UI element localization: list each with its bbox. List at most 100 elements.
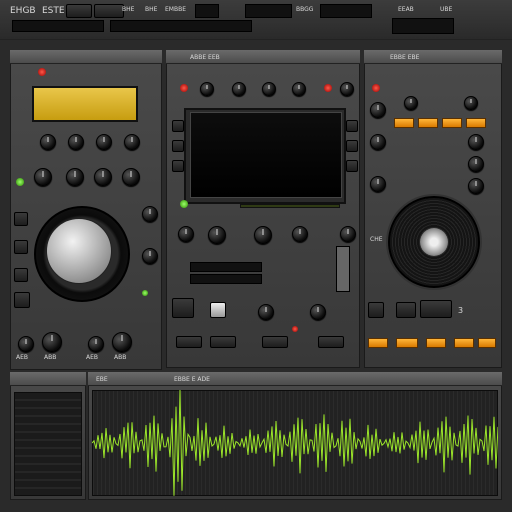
right-side-label: CHE	[370, 236, 383, 243]
toolbar-label-4: BHE	[145, 6, 158, 13]
center-top-knob-3[interactable]	[262, 82, 276, 96]
right-knob-1[interactable]	[370, 102, 386, 118]
toolbar-slot-5[interactable]	[12, 20, 104, 32]
toolbar-row: EHGB ESTE BHE BHE EMBBE BBGG EEAB UBE	[0, 0, 512, 40]
right-knob-8[interactable]	[468, 178, 484, 194]
center-bottom-button-4[interactable]	[210, 336, 236, 348]
left-knob-6[interactable]	[66, 168, 84, 186]
center-bottom-button-6[interactable]	[318, 336, 344, 348]
left-label-2: ABB	[44, 354, 57, 361]
center-screen	[190, 112, 342, 198]
left-green-led-2	[142, 290, 148, 296]
toolbar-slot-2[interactable]	[245, 4, 292, 18]
waveform-title: EBBE E ADE	[174, 376, 210, 383]
screen-right-button-1[interactable]	[346, 120, 358, 132]
right-knob-2[interactable]	[404, 96, 418, 110]
right-amber-pad-8[interactable]	[454, 338, 474, 348]
screen-left-button-3[interactable]	[172, 160, 184, 172]
right-knob-6[interactable]	[468, 156, 484, 172]
center-knob-4[interactable]	[292, 226, 308, 242]
toolbar-button-2[interactable]	[94, 4, 124, 18]
right-lower-button-3[interactable]	[420, 300, 452, 318]
left-knob-8[interactable]	[122, 168, 140, 186]
right-amber-pad-3[interactable]	[442, 118, 462, 128]
right-knob-7[interactable]	[370, 176, 386, 192]
toolbar-slot-6[interactable]	[110, 20, 252, 32]
left-knob-4[interactable]	[124, 134, 140, 150]
waveform-trace	[92, 390, 498, 496]
right-amber-pad-4[interactable]	[466, 118, 486, 128]
right-header-text: EBBE EBE	[390, 54, 420, 61]
right-knob-4[interactable]	[370, 134, 386, 150]
right-amber-pad-1[interactable]	[394, 118, 414, 128]
right-amber-pad-2[interactable]	[418, 118, 438, 128]
toolbar-label-2: ESTE	[42, 6, 65, 16]
right-amber-pad-6[interactable]	[396, 338, 418, 348]
toolbar-label-1: EHGB	[10, 6, 36, 16]
right-amber-pad-5[interactable]	[368, 338, 388, 348]
left-side-button-3[interactable]	[14, 268, 28, 282]
center-top-knob-1[interactable]	[200, 82, 214, 96]
center-mixer-module	[166, 50, 360, 368]
left-side-button-1[interactable]	[14, 212, 28, 226]
right-lower-button-2[interactable]	[396, 302, 416, 318]
center-top-knob-5[interactable]	[340, 82, 354, 96]
toolbar-label-5: EMBBE	[165, 6, 186, 13]
right-amber-pad-9[interactable]	[478, 338, 496, 348]
right-amber-pad-7[interactable]	[426, 338, 446, 348]
center-green-led	[180, 200, 188, 208]
center-knob-2[interactable]	[208, 226, 226, 244]
left-bottom-knob-4[interactable]	[112, 332, 132, 352]
left-bottom-knob-3[interactable]	[88, 336, 104, 352]
toolbar-slot-3[interactable]	[320, 4, 372, 18]
screen-right-button-2[interactable]	[346, 140, 358, 152]
center-bottom-button-2[interactable]	[210, 302, 226, 318]
left-bottom-knob-2[interactable]	[42, 332, 62, 352]
screen-left-button-1[interactable]	[172, 120, 184, 132]
left-knob-9[interactable]	[142, 206, 158, 222]
center-top-knob-4[interactable]	[292, 82, 306, 96]
left-knob-10[interactable]	[142, 248, 158, 264]
left-yellow-display	[32, 86, 138, 122]
center-bottom-knob-1[interactable]	[258, 304, 274, 320]
toolbar-button-1[interactable]	[66, 4, 92, 18]
toolbar-slot-1[interactable]	[195, 4, 219, 18]
right-module-header	[364, 50, 502, 64]
toolbar-label-8: UBE	[440, 6, 453, 13]
left-knob-3[interactable]	[96, 134, 112, 150]
left-bottom-knob-1[interactable]	[18, 336, 34, 352]
center-bottom-button-5[interactable]	[262, 336, 288, 348]
left-side-button-4[interactable]	[14, 292, 30, 308]
right-knob-3[interactable]	[464, 96, 478, 110]
left-knob-7[interactable]	[94, 168, 112, 186]
left-label-3: AEB	[86, 354, 99, 361]
center-lcd-strip-1	[190, 262, 262, 272]
left-knob-1[interactable]	[40, 134, 56, 150]
center-lcd-strip-2	[190, 274, 262, 284]
center-knob-1[interactable]	[178, 226, 194, 242]
center-bottom-red-led	[292, 326, 298, 332]
screen-left-button-2[interactable]	[172, 140, 184, 152]
left-jog-wheel-platter[interactable]	[46, 218, 112, 284]
center-top-knob-2[interactable]	[232, 82, 246, 96]
center-knob-3[interactable]	[254, 226, 272, 244]
right-knob-5[interactable]	[468, 134, 484, 150]
left-knob-2[interactable]	[68, 134, 84, 150]
toolbar-slot-4[interactable]	[392, 18, 454, 34]
left-green-led	[16, 178, 24, 186]
browser-list[interactable]	[14, 392, 82, 496]
center-bottom-button-1[interactable]	[172, 298, 194, 318]
browser-header	[10, 372, 86, 386]
waveform-tag: EBE	[96, 376, 108, 383]
center-knob-5[interactable]	[340, 226, 356, 242]
center-bottom-button-3[interactable]	[176, 336, 202, 348]
toolbar-label-7: EEAB	[398, 6, 414, 13]
left-side-button-2[interactable]	[14, 240, 28, 254]
center-green-strip	[240, 204, 340, 208]
right-lower-button-1[interactable]	[368, 302, 384, 318]
screen-right-button-3[interactable]	[346, 160, 358, 172]
waveform-header	[88, 372, 502, 386]
center-bottom-knob-2[interactable]	[310, 304, 326, 320]
left-knob-5[interactable]	[34, 168, 52, 186]
center-fader[interactable]	[336, 246, 350, 292]
